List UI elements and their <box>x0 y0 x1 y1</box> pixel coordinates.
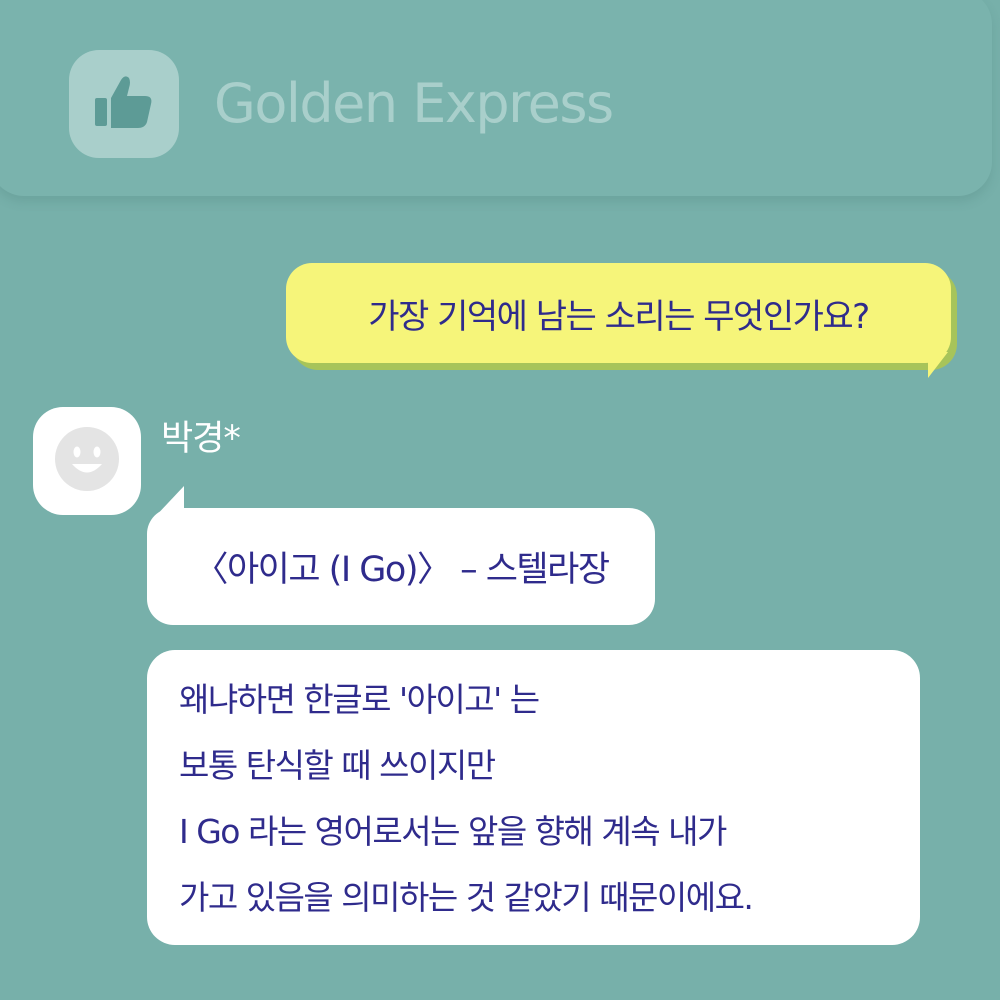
answer-line: I Go 라는 영어로서는 앞을 향해 계속 내가 <box>179 812 727 851</box>
question-bubble-tail <box>928 352 948 378</box>
sender-name: 박경* <box>161 419 241 459</box>
app-title: Golden Express <box>214 72 614 135</box>
question-bubble: 가장 기억에 남는 소리는 무엇인가요? <box>286 263 951 363</box>
answer-line: 보통 탄식할 때 쓰이지만 <box>179 746 496 785</box>
song-bubble: 〈아이고 (I Go)〉 – 스텔라장 <box>147 508 655 625</box>
avatar <box>33 407 141 515</box>
thumbs-up-icon <box>93 74 155 134</box>
smiley-face-icon <box>53 425 121 497</box>
answer-line: 가고 있음을 의미하는 것 같았기 때문이에요. <box>179 878 754 917</box>
answer-line: 왜냐하면 한글로 '아이고' 는 <box>179 680 540 719</box>
app-logo <box>69 50 179 158</box>
answer-bubble: 왜냐하면 한글로 '아이고' 는 보통 탄식할 때 쓰이지만 I Go 라는 영… <box>147 650 920 945</box>
question-text: 가장 기억에 남는 소리는 무엇인가요? <box>368 296 870 337</box>
song-title-text: 〈아이고 (I Go)〉 – 스텔라장 <box>193 550 610 590</box>
